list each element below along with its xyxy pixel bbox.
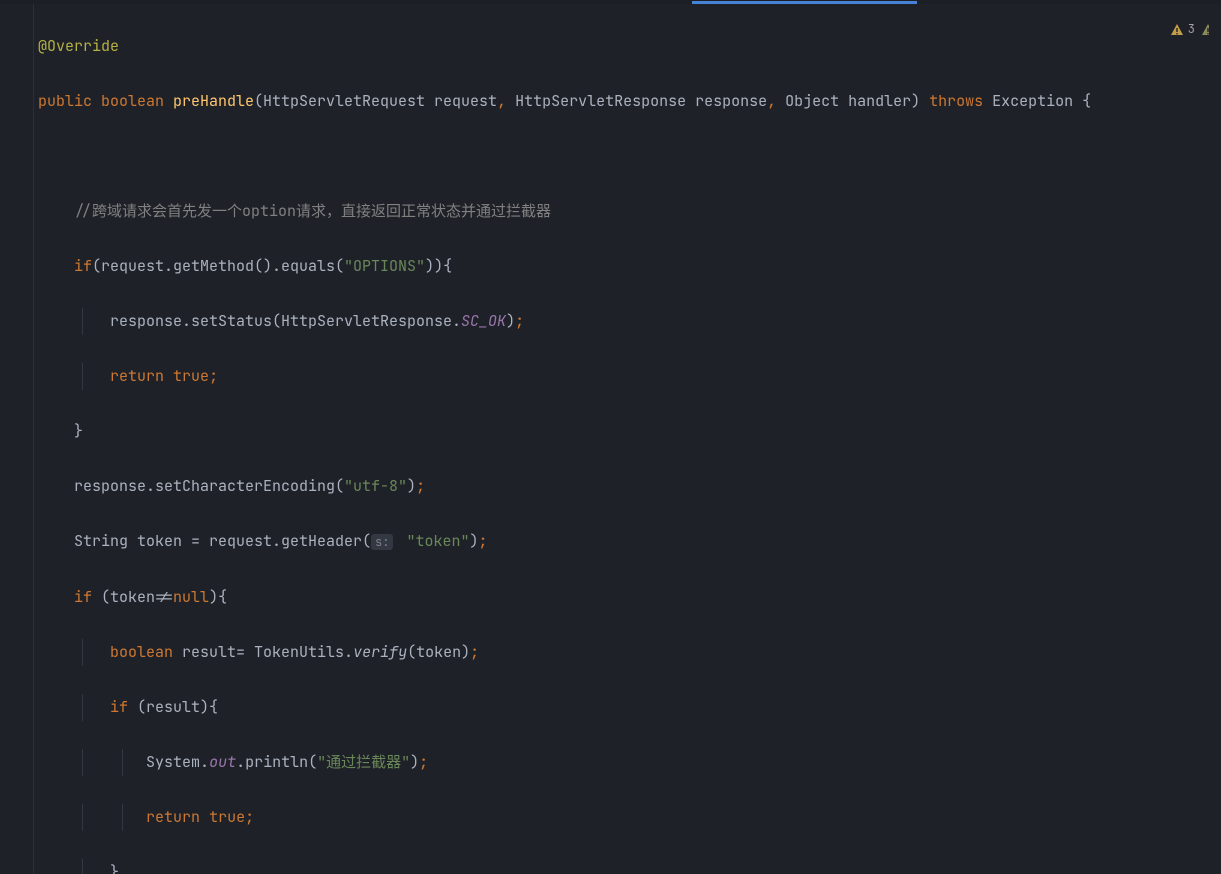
string-literal: "OPTIONS" <box>344 256 425 276</box>
parameter-hint: s: <box>371 534 393 550</box>
code-text: Exception <box>992 91 1082 111</box>
code-text: ) <box>506 311 515 331</box>
code-text: HttpServletResponse response <box>515 91 767 111</box>
static-field: out <box>209 752 236 772</box>
code-text: String token = request.getHeader( <box>74 531 371 551</box>
code-content[interactable]: @Override public boolean preHandle(HttpS… <box>38 5 1221 874</box>
code-text: response.setCharacterEncoding( <box>74 476 344 496</box>
code-text: response.setStatus(HttpServletResponse. <box>110 311 461 331</box>
code-text: (HttpServletRequest request <box>254 91 497 111</box>
code-text: ){ <box>209 587 227 607</box>
code-text: Object handler) <box>785 91 929 111</box>
semicolon: ; <box>478 531 487 551</box>
keyword-true: true <box>173 366 209 386</box>
code-text: ) <box>410 752 419 772</box>
semicolon: ; <box>419 752 428 772</box>
keyword-if: if <box>74 256 92 276</box>
code-editor[interactable]: @Override public boolean preHandle(HttpS… <box>0 4 1221 874</box>
brace: } <box>110 862 119 874</box>
code-text: ) <box>407 476 416 496</box>
string-literal: "token" <box>397 531 469 551</box>
keyword-null: null <box>173 587 209 607</box>
code-text: result= TokenUtils. <box>182 642 353 662</box>
keyword-throws: throws <box>929 91 992 111</box>
brace: } <box>74 421 83 441</box>
keyword-true: true <box>209 807 245 827</box>
code-text: .println( <box>236 752 317 772</box>
keyword-return: return <box>110 366 173 386</box>
code-text: (token) <box>407 642 470 662</box>
keyword-if: if <box>74 587 101 607</box>
static-constant: SC_OK <box>461 311 506 331</box>
comma: , <box>767 91 785 111</box>
static-method: verify <box>353 642 407 662</box>
keyword-boolean: boolean <box>110 642 182 662</box>
comment: //跨域请求会首先发一个option请求，直接返回正常状态并通过拦截器 <box>74 201 551 221</box>
semicolon: ; <box>470 642 479 662</box>
code-text: (token!= <box>101 587 173 607</box>
code-text: (request.getMethod().equals( <box>92 256 344 276</box>
code-text: System. <box>146 752 209 772</box>
keyword-public: public <box>38 91 101 111</box>
semicolon: ; <box>515 311 524 331</box>
brace: { <box>1082 91 1091 111</box>
semicolon: ; <box>209 366 218 386</box>
code-text: (result){ <box>137 697 218 717</box>
annotation: @Override <box>38 36 119 56</box>
gutter[interactable] <box>0 4 34 874</box>
keyword-return: return <box>146 807 209 827</box>
keyword-boolean: boolean <box>101 91 173 111</box>
string-literal: "utf-8" <box>344 476 407 496</box>
string-literal: "通过拦截器" <box>317 752 410 772</box>
comma: , <box>497 91 515 111</box>
code-text: )){ <box>425 256 452 276</box>
semicolon: ; <box>416 476 425 496</box>
method-name: preHandle <box>173 91 254 111</box>
keyword-if: if <box>110 697 137 717</box>
semicolon: ; <box>245 807 254 827</box>
